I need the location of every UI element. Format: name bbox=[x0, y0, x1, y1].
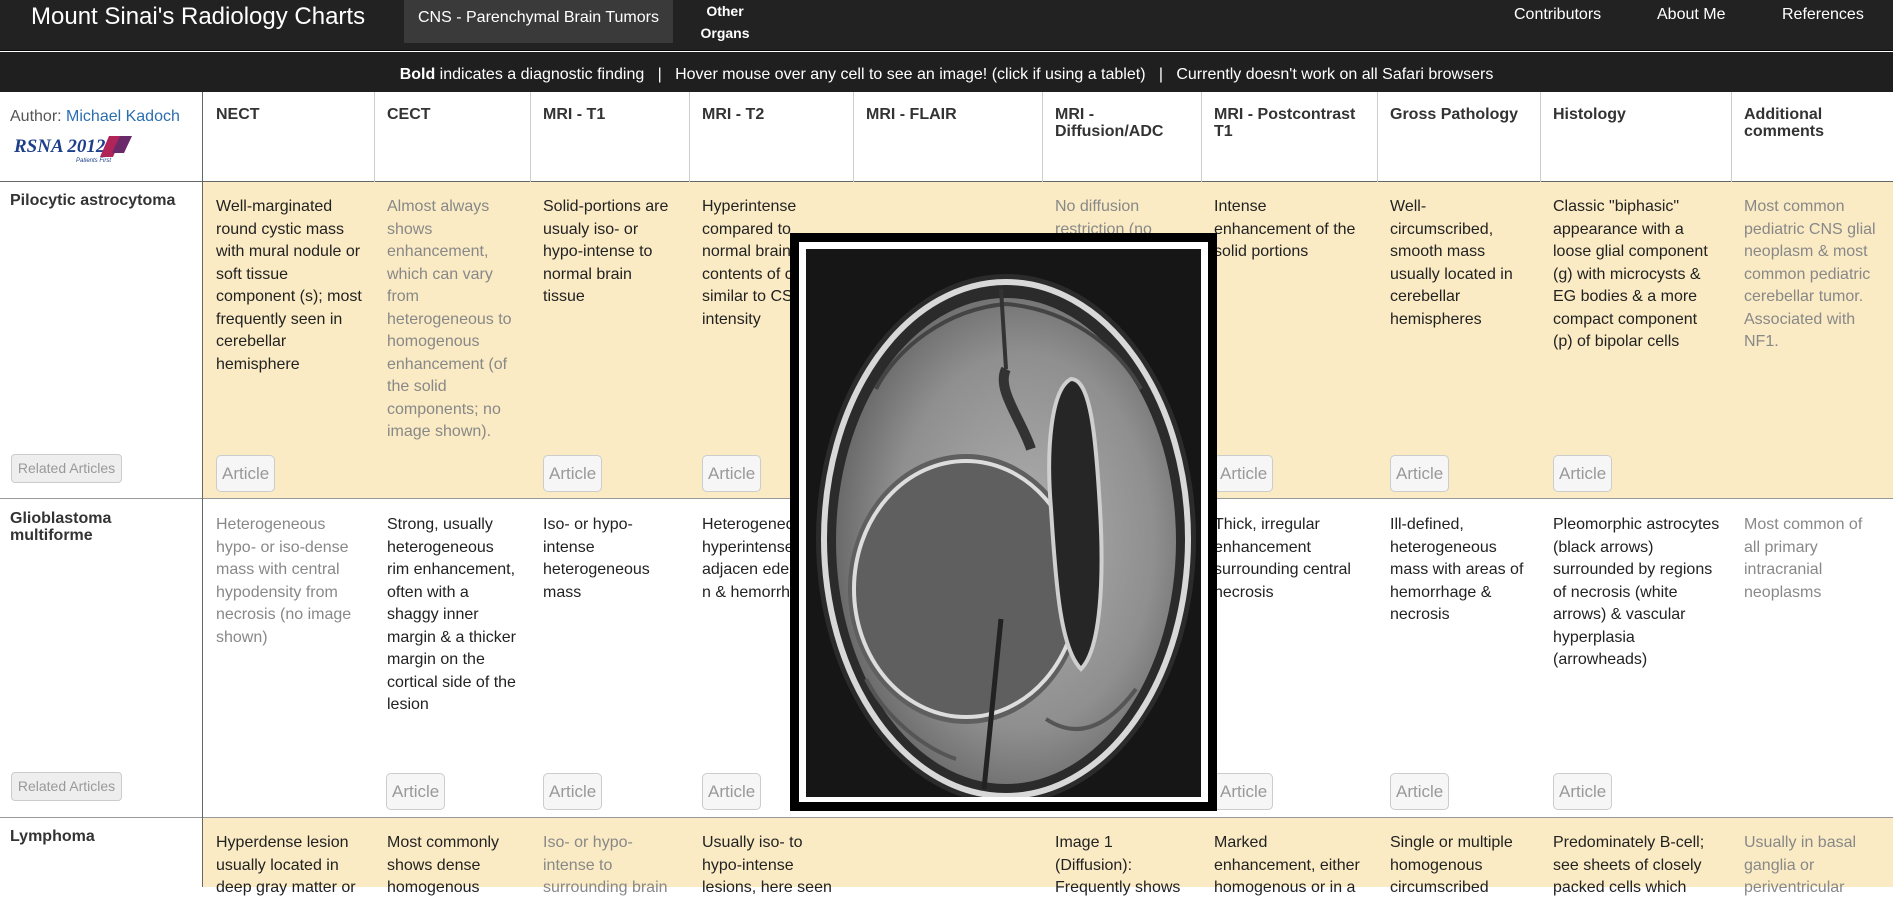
header-cect: CECT bbox=[387, 106, 431, 123]
nav-references[interactable]: References bbox=[1782, 6, 1864, 24]
header-mri-postcontrast: MRI - Postcontrast T1 bbox=[1214, 106, 1356, 140]
header-additional-comments: Additional comments bbox=[1744, 106, 1825, 140]
nav-contributors[interactable]: Contributors bbox=[1514, 6, 1601, 24]
article-button[interactable]: Article bbox=[1390, 455, 1450, 492]
rsna-logo: RSNA 2012 Patients First bbox=[13, 134, 134, 164]
site-brand[interactable]: Mount Sinai's Radiology Charts bbox=[31, 3, 365, 31]
top-navbar: Mount Sinai's Radiology Charts CNS - Par… bbox=[0, 0, 1893, 51]
article-button[interactable]: Article bbox=[1214, 455, 1274, 492]
article-button[interactable]: Article bbox=[1553, 773, 1613, 810]
header-mri-diffusion: MRI - Diffusion/ADC bbox=[1055, 106, 1164, 140]
rsna-logo-text: RSNA 2012 bbox=[14, 136, 106, 157]
related-articles-button[interactable]: Related Articles bbox=[11, 454, 122, 483]
hover-image-popup bbox=[790, 233, 1217, 811]
cell-pilocytic-cect[interactable]: Almost always shows enhancement, which c… bbox=[375, 182, 530, 444]
col-divider bbox=[202, 92, 203, 887]
author-line: Author: Michael Kadoch bbox=[10, 108, 180, 126]
brain-mri-image bbox=[806, 249, 1201, 804]
author-link[interactable]: Michael Kadoch bbox=[66, 108, 180, 125]
nav-about[interactable]: About Me bbox=[1657, 6, 1725, 24]
header-mri-t2: MRI - T2 bbox=[702, 106, 765, 123]
cell-gbm-histology[interactable]: Pleomorphic astrocytes (black arrows) su… bbox=[1541, 500, 1731, 672]
cell-gbm-nect[interactable]: Heterogeneous hypo- or iso-dense mass wi… bbox=[204, 500, 374, 649]
cell-gbm-cect[interactable]: Strong, usually heterogeneous rim enhanc… bbox=[375, 500, 530, 717]
cell-gbm-comments[interactable]: Most common of all primary intracranial … bbox=[1732, 500, 1893, 604]
cell-pilocytic-nect[interactable]: Well-marginated round cystic mass with m… bbox=[204, 182, 374, 376]
nav-other-line2: Organs bbox=[700, 25, 750, 41]
cell-pilocytic-comments[interactable]: Most common pediatric CNS glial neoplasm… bbox=[1732, 182, 1893, 354]
article-button[interactable]: Article bbox=[1553, 455, 1613, 492]
cell-lymphoma-t2[interactable]: Usually iso- to hypo-intense lesions, he… bbox=[690, 818, 853, 900]
row-label-lymphoma: Lymphoma bbox=[10, 828, 95, 845]
row-label-glioblastoma: Glioblastoma multiforme bbox=[10, 510, 112, 544]
article-button[interactable]: Article bbox=[543, 455, 603, 492]
cell-lymphoma-postcontrast[interactable]: Marked enhancement, either homogenous or… bbox=[1202, 818, 1377, 900]
article-button[interactable]: Article bbox=[386, 773, 446, 810]
cell-lymphoma-gross[interactable]: Single or multiple homogenous circumscri… bbox=[1378, 818, 1540, 900]
cell-lymphoma-t1[interactable]: Iso- or hypo-intense to surrounding brai… bbox=[531, 818, 689, 900]
row-label-pilocytic: Pilocytic astrocytoma bbox=[10, 192, 176, 209]
header-mri-flair: MRI - FLAIR bbox=[866, 106, 957, 123]
cell-lymphoma-diffusion[interactable]: Image 1 (Diffusion): Frequently shows bbox=[1043, 818, 1201, 900]
nav-tab-cns[interactable]: CNS - Parenchymal Brain Tumors bbox=[404, 0, 673, 43]
related-articles-button[interactable]: Related Articles bbox=[11, 772, 122, 801]
cell-pilocytic-postcontrast[interactable]: Intense enhancement of the solid portion… bbox=[1202, 182, 1377, 264]
cell-gbm-postcontrast[interactable]: Thick, irregular enhancement surrounding… bbox=[1202, 500, 1377, 604]
cell-gbm-t1[interactable]: Iso- or hypo-intense heterogeneous mass bbox=[531, 500, 689, 604]
cell-lymphoma-cect[interactable]: Most commonly shows dense homogenous bbox=[375, 818, 530, 900]
nav-other-organs[interactable]: Other Organs bbox=[700, 0, 750, 44]
cell-lymphoma-nect[interactable]: Hyperdense lesion usually located in dee… bbox=[204, 818, 374, 900]
article-button[interactable]: Article bbox=[543, 773, 603, 810]
cell-pilocytic-t1[interactable]: Solid-portions are usualy iso- or hypo-i… bbox=[531, 182, 689, 309]
info-bold: Bold bbox=[399, 66, 436, 83]
header-gross-pathology: Gross Pathology bbox=[1390, 106, 1519, 123]
header-histology: Histology bbox=[1553, 106, 1626, 123]
cell-pilocytic-gross[interactable]: Well-circumscribed, smooth mass usually … bbox=[1378, 182, 1540, 331]
nav-other-line1: Other bbox=[706, 3, 744, 19]
header-mri-t1: MRI - T1 bbox=[543, 106, 606, 123]
header-nect: NECT bbox=[216, 106, 260, 123]
article-button[interactable]: Article bbox=[1390, 773, 1450, 810]
info-text: indicates a diagnostic finding | Hover m… bbox=[435, 66, 1494, 83]
info-bar: Bold indicates a diagnostic finding | Ho… bbox=[0, 52, 1893, 92]
article-button[interactable]: Article bbox=[1214, 773, 1274, 810]
article-button[interactable]: Article bbox=[216, 455, 276, 492]
author-prefix: Author: bbox=[10, 108, 67, 125]
article-button[interactable]: Article bbox=[702, 773, 762, 810]
cell-pilocytic-histology[interactable]: Classic "biphasic" appearance with a loo… bbox=[1541, 182, 1731, 354]
cell-lymphoma-comments[interactable]: Usually in basal ganglia or periventricu… bbox=[1732, 818, 1893, 900]
cell-gbm-gross[interactable]: Ill-defined, heterogeneous mass with are… bbox=[1378, 500, 1540, 627]
cell-lymphoma-histology[interactable]: Predominately B-cell; see sheets of clos… bbox=[1541, 818, 1731, 900]
article-button[interactable]: Article bbox=[702, 455, 762, 492]
rsna-logo-sub: Patients First bbox=[76, 158, 111, 164]
